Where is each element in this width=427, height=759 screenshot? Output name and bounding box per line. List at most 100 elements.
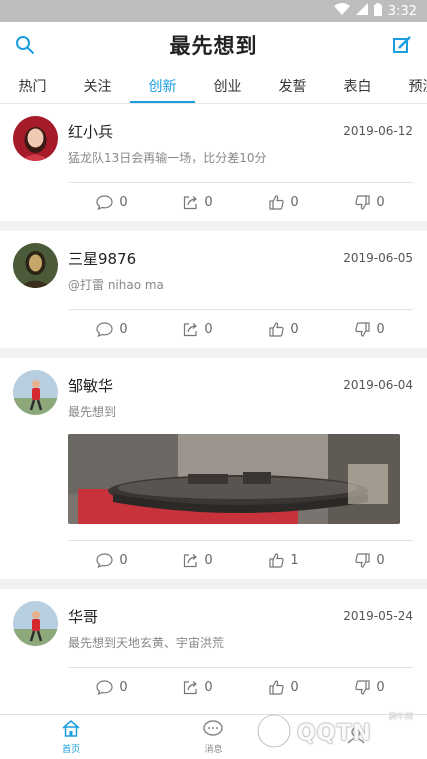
- share-button[interactable]: 0: [155, 195, 241, 210]
- share-button[interactable]: 0: [155, 322, 241, 337]
- like-button[interactable]: 0: [241, 195, 327, 210]
- post-date: 2019-06-04: [343, 378, 413, 392]
- tab-vow[interactable]: 发誓: [260, 68, 325, 103]
- category-tabs: 热门 关注 创新 创业 发誓 表白 预测: [0, 68, 427, 104]
- signal-icon: [355, 3, 368, 19]
- share-icon: [183, 195, 198, 210]
- post-content: 最先想到天地玄黄、宇宙洪荒: [68, 636, 225, 650]
- like-button[interactable]: 0: [241, 322, 327, 337]
- tab-hot[interactable]: 热门: [0, 68, 65, 103]
- like-button[interactable]: 1: [241, 553, 327, 568]
- post-actions: 0 0 0 0: [69, 667, 413, 706]
- list-item[interactable]: 邹敏华 2019-06-04 最先想到 0 0 1 0: [0, 358, 427, 579]
- author-name[interactable]: 华哥: [68, 606, 98, 627]
- tab-confession[interactable]: 表白: [325, 68, 390, 103]
- nav-home-label: 首页: [62, 744, 81, 755]
- thumbs-up-icon: [269, 321, 285, 337]
- post-actions: 0 0 0 0: [69, 309, 413, 348]
- tab-startup[interactable]: 创业: [195, 68, 260, 103]
- avatar[interactable]: [13, 601, 58, 646]
- post-feed: 红小兵 2019-06-12 猛龙队13日会再输一场，比分差10分 0 0 0 …: [0, 104, 427, 706]
- compose-icon[interactable]: [391, 34, 413, 56]
- search-icon[interactable]: [14, 34, 36, 56]
- tab-follow[interactable]: 关注: [65, 68, 130, 103]
- post-date: 2019-05-24: [343, 609, 413, 623]
- post-content: 猛龙队13日会再输一场，比分差10分: [68, 151, 267, 165]
- like-count: 0: [290, 321, 299, 337]
- post-content: 最先想到: [68, 405, 117, 419]
- message-icon: [203, 719, 224, 740]
- thumbs-up-icon: [269, 194, 285, 210]
- comment-icon: [96, 321, 113, 337]
- status-bar: 3:32: [0, 0, 427, 22]
- dislike-button[interactable]: 0: [327, 322, 413, 337]
- app-header: 最先想到: [0, 22, 427, 68]
- nav-home[interactable]: 首页: [0, 715, 142, 759]
- list-item[interactable]: 三星9876 2019-06-05 @打雷 nihao ma 0 0 0 0: [0, 231, 427, 348]
- battery-icon: [373, 2, 382, 20]
- like-count: 0: [290, 679, 299, 695]
- wifi-icon: [333, 3, 350, 19]
- status-time: 3:32: [387, 3, 417, 19]
- dislike-button[interactable]: 0: [327, 680, 413, 695]
- author-name[interactable]: 邹敏华: [68, 375, 113, 396]
- comment-button[interactable]: 0: [69, 553, 155, 568]
- comment-count: 0: [119, 194, 128, 210]
- like-button[interactable]: 0: [241, 680, 327, 695]
- nav-messages-label: 消息: [204, 744, 223, 755]
- share-icon: [183, 553, 198, 568]
- thumbs-up-icon: [269, 679, 285, 695]
- share-count: 0: [204, 552, 213, 568]
- comment-count: 0: [119, 552, 128, 568]
- tab-innovation[interactable]: 创新: [130, 68, 195, 103]
- comment-icon: [96, 679, 113, 695]
- avatar[interactable]: [13, 243, 58, 288]
- app-screen: 3:32 最先想到 热门 关注 创新 创业 发誓 表白 预测: [0, 0, 427, 759]
- like-count: 0: [290, 194, 299, 210]
- thumbs-up-icon: [269, 552, 285, 568]
- share-count: 0: [204, 679, 213, 695]
- post-actions: 0 0 0 0: [69, 182, 413, 221]
- comment-icon: [96, 552, 113, 568]
- comment-button[interactable]: 0: [69, 680, 155, 695]
- dislike-count: 0: [376, 321, 385, 337]
- dislike-count: 0: [376, 552, 385, 568]
- share-button[interactable]: 0: [155, 680, 241, 695]
- share-button[interactable]: 0: [155, 553, 241, 568]
- author-name[interactable]: 红小兵: [68, 121, 113, 142]
- thumbs-down-icon: [355, 552, 370, 568]
- post-date: 2019-06-12: [343, 124, 413, 138]
- like-count: 1: [290, 552, 299, 568]
- share-count: 0: [204, 321, 213, 337]
- thumbs-down-icon: [355, 194, 370, 210]
- share-icon: [183, 680, 198, 695]
- avatar[interactable]: [13, 116, 58, 161]
- watermark-text: QQTN: [297, 720, 372, 746]
- comment-count: 0: [119, 321, 128, 337]
- thumbs-down-icon: [355, 679, 370, 695]
- home-icon: [62, 719, 80, 740]
- post-content: @打雷 nihao ma: [68, 278, 164, 292]
- list-item[interactable]: 红小兵 2019-06-12 猛龙队13日会再输一场，比分差10分 0 0 0 …: [0, 104, 427, 221]
- tab-prediction[interactable]: 预测: [390, 68, 427, 103]
- page-title: 最先想到: [169, 34, 258, 58]
- share-count: 0: [204, 194, 213, 210]
- dislike-count: 0: [376, 679, 385, 695]
- post-date: 2019-06-05: [343, 251, 413, 265]
- watermark-logo-icon: [257, 714, 291, 752]
- watermark: QQTN 腾牛网: [257, 712, 417, 753]
- share-icon: [183, 322, 198, 337]
- comment-icon: [96, 194, 113, 210]
- comment-button[interactable]: 0: [69, 322, 155, 337]
- watermark-small-text: 腾牛网: [389, 712, 413, 721]
- list-item[interactable]: 华哥 2019-05-24 最先想到天地玄黄、宇宙洪荒 0 0 0 0: [0, 589, 427, 706]
- avatar[interactable]: [13, 370, 58, 415]
- post-image[interactable]: [68, 434, 400, 524]
- post-actions: 0 0 1 0: [69, 540, 413, 579]
- thumbs-down-icon: [355, 321, 370, 337]
- author-name[interactable]: 三星9876: [68, 248, 136, 269]
- comment-button[interactable]: 0: [69, 195, 155, 210]
- dislike-button[interactable]: 0: [327, 195, 413, 210]
- dislike-button[interactable]: 0: [327, 553, 413, 568]
- comment-count: 0: [119, 679, 128, 695]
